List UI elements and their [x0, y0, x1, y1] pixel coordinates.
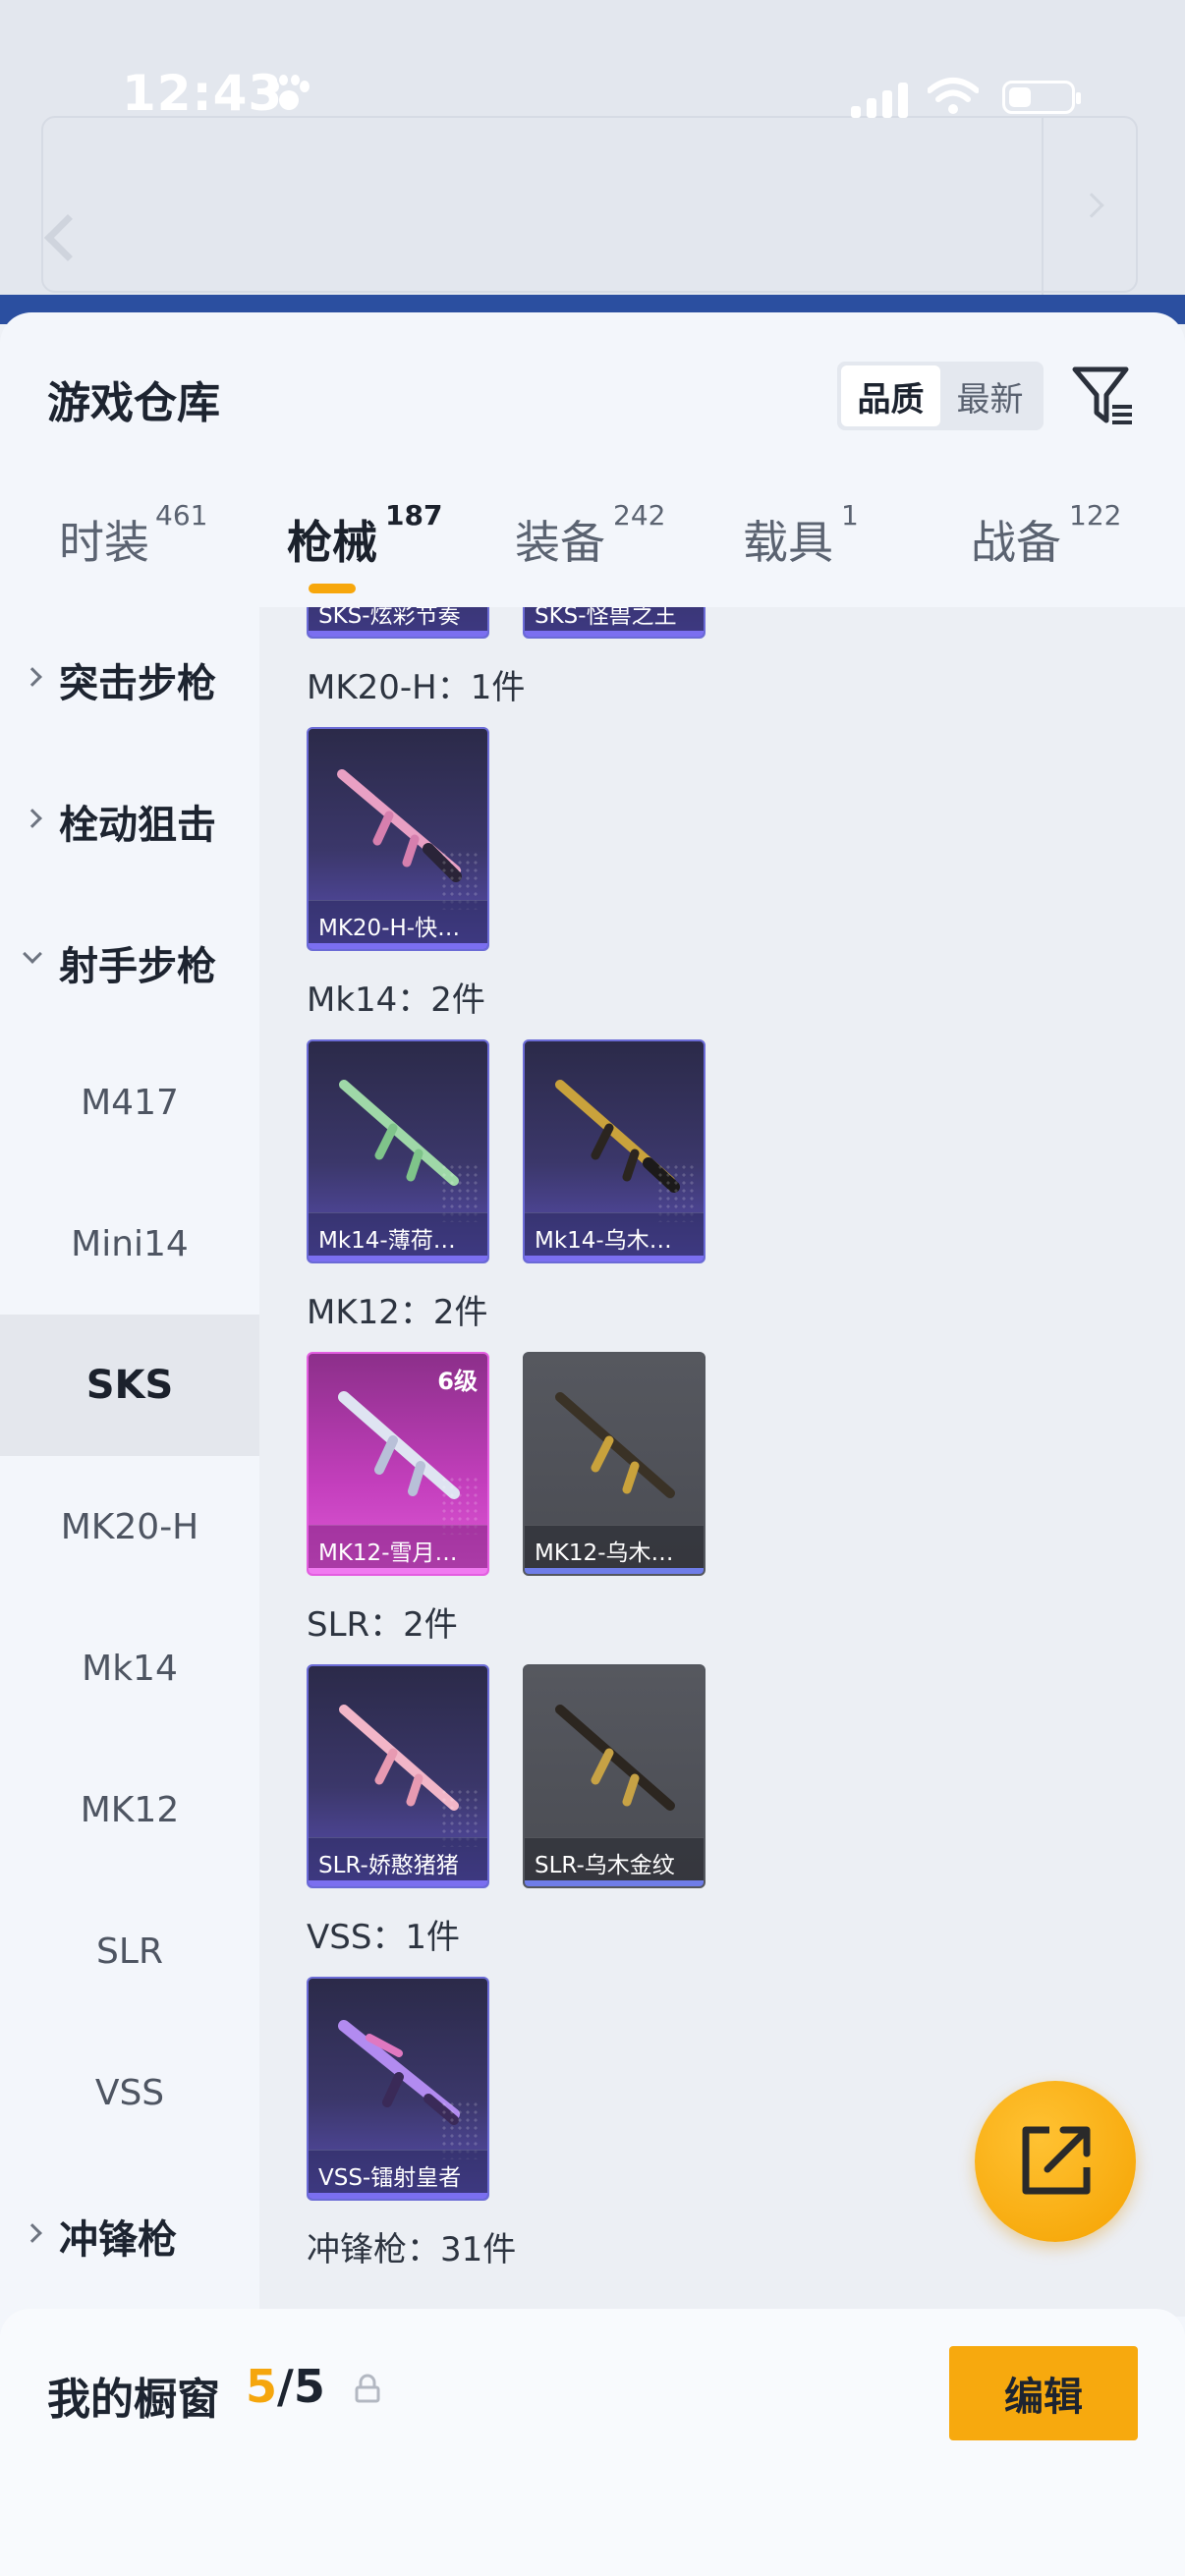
signal-icon — [851, 79, 910, 118]
chevron-down-icon — [23, 944, 42, 964]
share-button[interactable] — [975, 2081, 1136, 2242]
weapon-card[interactable]: 6级 MK12-雪月… — [307, 1352, 489, 1576]
nav-assault-rifle[interactable]: 突击步枪 — [0, 607, 259, 749]
group-label: SLR：2件 — [307, 1605, 458, 1645]
weapon-card[interactable]: VSS-镭射皇者 — [307, 1977, 489, 2201]
chevron-right-icon — [23, 667, 42, 687]
group-label: 冲锋枪：31件 — [307, 2230, 517, 2269]
tab-guns[interactable]: 枪械 187 — [287, 489, 454, 607]
share-icon — [1022, 2126, 1091, 2195]
weapon-card[interactable]: MK20-H-快… — [307, 727, 489, 951]
group-label: MK20-H：1件 — [307, 668, 526, 707]
background-page — [0, 0, 1185, 324]
filter-icon[interactable] — [1071, 362, 1136, 430]
nav-sub-mk20h[interactable]: MK20-H — [0, 1456, 259, 1597]
nav-smg[interactable]: 冲锋枪 — [0, 2163, 259, 2305]
status-time: 12:43 — [122, 65, 284, 122]
nav-sub-mk14[interactable]: Mk14 — [0, 1597, 259, 1739]
battery-icon — [1002, 81, 1081, 114]
level-badge: 6级 — [437, 1368, 478, 1395]
tab-active-indicator — [309, 584, 356, 593]
weapon-card[interactable]: SKS-炫彩节奏 — [307, 607, 489, 639]
group-label: Mk14：2件 — [307, 980, 485, 1020]
weapon-card[interactable]: SLR-娇憨猪猪 — [307, 1664, 489, 1888]
chevron-right-icon — [23, 809, 42, 828]
showcase-count: 5/5 — [246, 2360, 325, 2413]
weapon-card[interactable]: MK12-乌木… — [523, 1352, 705, 1576]
nav-sub-sks[interactable]: SKS — [0, 1315, 259, 1456]
warehouse-sheet: 游戏仓库 品质 最新 时装 461 枪械 187 装备 242 载具 1 战备 … — [0, 312, 1185, 2576]
nav-bolt-sniper[interactable]: 栓动狙击 — [0, 749, 259, 890]
nav-sub-m417[interactable]: M417 — [0, 1032, 259, 1173]
tab-vehicles[interactable]: 载具 1 — [743, 489, 871, 607]
background-asset-card — [41, 116, 1138, 295]
nav-sub-slr[interactable]: SLR — [0, 1880, 259, 2022]
weapon-image — [555, 1392, 675, 1498]
group-label: MK12：2件 — [307, 1293, 488, 1332]
nav-sub-mk12[interactable]: MK12 — [0, 1739, 259, 1880]
weapon-card[interactable]: SLR-乌木金纹 — [523, 1664, 705, 1888]
weapon-image — [555, 1705, 675, 1811]
weapon-list: SKS-炫彩节奏 SKS-怪兽之王 MK20-H：1件 MK20-H-快… Mk… — [259, 607, 1185, 2317]
nav-marksman-rifle[interactable]: 射手步枪 — [0, 890, 259, 1032]
lock-icon — [355, 2374, 380, 2403]
showcase-bar: 我的橱窗 5/5 编辑 — [0, 2309, 1185, 2576]
sort-toggle: 品质 最新 — [837, 362, 1044, 430]
weapon-type-nav: 突击步枪 栓动狙击 射手步枪 M417 Mini14 SKS MK20-H Mk… — [0, 607, 259, 2317]
category-tabs: 时装 461 枪械 187 装备 242 载具 1 战备 122 — [0, 489, 1185, 607]
weapon-card[interactable]: Mk14-薄荷… — [307, 1039, 489, 1263]
sort-newest[interactable]: 最新 — [940, 365, 1040, 426]
sheet-title: 游戏仓库 — [47, 378, 220, 428]
wifi-icon — [928, 78, 979, 114]
weapon-card[interactable]: SKS-怪兽之王 — [523, 607, 705, 639]
edit-button[interactable]: 编辑 — [949, 2346, 1138, 2440]
tab-equipment[interactable]: 装备 242 — [515, 489, 682, 607]
status-bar: 12:43 — [0, 59, 1185, 138]
tab-supplies[interactable]: 战备 122 — [971, 489, 1157, 607]
group-label: VSS：1件 — [307, 1918, 461, 1957]
showcase-label: 我的橱窗 — [47, 2375, 220, 2425]
chevron-right-icon — [23, 2223, 42, 2243]
paw-icon — [265, 73, 310, 118]
nav-sub-mini14[interactable]: Mini14 — [0, 1173, 259, 1315]
nav-sub-vss[interactable]: VSS — [0, 2022, 259, 2163]
tab-fashion[interactable]: 时装 461 — [59, 489, 226, 607]
sort-quality[interactable]: 品质 — [841, 365, 940, 426]
weapon-card[interactable]: Mk14-乌木… — [523, 1039, 705, 1263]
